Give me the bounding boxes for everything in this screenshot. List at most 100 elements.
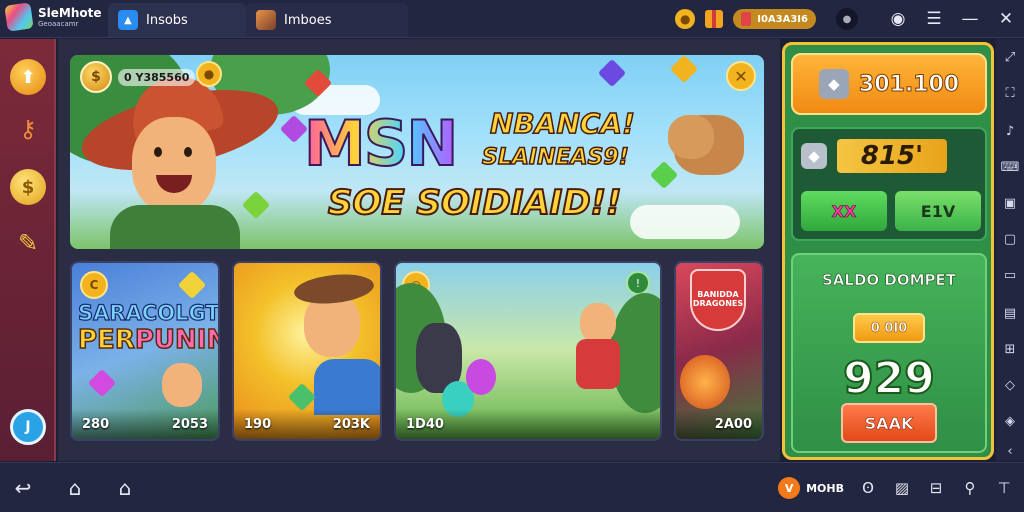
- score-box: ◆ 815' XX E1V: [791, 127, 987, 241]
- option-a-button[interactable]: XX: [801, 191, 887, 231]
- gem-icon: [597, 58, 627, 88]
- back-icon[interactable]: ‹: [1002, 443, 1018, 459]
- balance-button[interactable]: ◆ 301.100: [791, 53, 987, 115]
- folder-icon[interactable]: ▭: [1002, 267, 1018, 283]
- wallet-pill[interactable]: 0 0I0: [853, 313, 925, 343]
- upgrade-icon[interactable]: ⬆: [10, 59, 46, 95]
- gem-icon: [669, 55, 699, 84]
- tab-game[interactable]: Imboes: [246, 3, 408, 37]
- screenshot-icon[interactable]: ▨: [892, 478, 912, 498]
- back-icon[interactable]: ↩: [6, 475, 40, 501]
- macro-icon[interactable]: ⊞: [1002, 341, 1018, 357]
- card-stat-right: 2A00: [714, 416, 752, 432]
- store-badge[interactable]: V MOHB: [778, 477, 844, 499]
- record-icon[interactable]: ▢: [1002, 231, 1018, 247]
- volume-icon[interactable]: ♪: [1002, 123, 1018, 139]
- wallet-value: 929: [842, 352, 936, 405]
- game-card[interactable]: C SARACOLGTOS PERPUNIN 280 2053: [70, 261, 220, 441]
- fullscreen-icon[interactable]: ⛶: [1002, 85, 1018, 101]
- wallet-action-button[interactable]: SAAK: [841, 403, 937, 443]
- egg-icon: [466, 359, 496, 395]
- flower-icon: [680, 355, 730, 409]
- multi-instance-icon[interactable]: ⊤: [994, 478, 1014, 498]
- title-bar: SleMhote Geoaacamr ▲ Insobs Imboes ● I0A…: [0, 0, 1024, 38]
- brand-name: SleMhote: [38, 5, 102, 20]
- hero-banner[interactable]: $ 0 Y385560 ● ✕ MSN NBANCA! SLAINEAS9! S…: [70, 55, 764, 249]
- wallet-title: SALDO DOMPET: [822, 271, 957, 290]
- home-icon[interactable]: ⌂: [58, 475, 92, 501]
- gem-icon: [177, 270, 207, 300]
- hat: [292, 270, 376, 308]
- game-controls-icon[interactable]: ʘ: [858, 478, 878, 498]
- brand-logo-icon: [4, 2, 34, 32]
- hero-stat: $ 0 Y385560: [80, 61, 196, 93]
- bottom-nav: ↩ ⌂ ⌂ V MOHB ʘ ▨ ⊟ ⚲ ⊤: [0, 462, 1024, 512]
- settings-icon[interactable]: ◉: [880, 4, 916, 34]
- gift-icon[interactable]: [705, 10, 724, 28]
- card-title: SARACOLGTOS: [77, 301, 220, 325]
- keyboard-icon[interactable]: ⌨: [1001, 159, 1020, 175]
- character-face: [580, 303, 616, 343]
- rotate-icon[interactable]: ◈: [1002, 413, 1018, 429]
- card-stat-left: 1D40: [406, 416, 444, 432]
- account-icon[interactable]: ●: [836, 8, 858, 30]
- character: [162, 363, 202, 407]
- expand-icon[interactable]: ⤢: [1002, 49, 1018, 65]
- help-button[interactable]: J: [10, 409, 46, 445]
- close-icon[interactable]: ✕: [726, 61, 756, 91]
- dog-head: [668, 115, 714, 159]
- option-b-button[interactable]: E1V: [895, 191, 981, 231]
- brand: SleMhote Geoaacamr: [4, 2, 102, 32]
- tab-home[interactable]: ▲ Insobs: [108, 3, 246, 37]
- minimize-icon[interactable]: —: [952, 4, 988, 34]
- screenshot-icon[interactable]: ▣: [1002, 195, 1018, 211]
- hero-title-line: SLAINEAS9!: [481, 144, 629, 171]
- recent-apps-icon[interactable]: ⌂: [108, 475, 142, 501]
- card-footer: 190 203K: [234, 409, 380, 439]
- card-title-part: PER: [77, 325, 135, 355]
- game-card[interactable]: ◎ ! 1D40: [394, 261, 662, 441]
- gem-icon: [241, 190, 271, 220]
- game-icon: [256, 10, 276, 30]
- card-stat-left: 190: [244, 416, 272, 432]
- location-icon[interactable]: ⚲: [960, 478, 980, 498]
- card-title-part: PUNIN: [134, 325, 220, 355]
- hero-title: MSN: [303, 106, 459, 181]
- help-label: J: [25, 419, 31, 435]
- score-value: 815': [837, 139, 947, 173]
- game-card[interactable]: BANIDDA DRAGONES 2A00: [674, 261, 764, 441]
- left-sidebar: ⬆ ⚷ $ ✎ J: [0, 39, 56, 461]
- shake-icon[interactable]: ⊟: [926, 478, 946, 498]
- character-body: [576, 339, 620, 389]
- promo-text: I0A3A3I6: [757, 13, 808, 25]
- card-footer: 280 2053: [72, 409, 218, 439]
- apk-icon[interactable]: ▤: [1002, 305, 1018, 321]
- coin-icon[interactable]: ●: [675, 9, 696, 29]
- card-stat-left: 280: [82, 416, 110, 432]
- tab-label: Imboes: [284, 12, 332, 28]
- key-icon[interactable]: ⚷: [10, 111, 46, 147]
- eye: [154, 147, 162, 157]
- ticket-icon[interactable]: ✎: [10, 225, 46, 261]
- card-stat-right: 203K: [332, 416, 370, 432]
- wallet-box: SALDO DOMPET 0 0I0 929 SAAK: [791, 253, 987, 453]
- main-content: $ 0 Y385560 ● ✕ MSN NBANCA! SLAINEAS9! S…: [58, 39, 780, 461]
- promo-pill[interactable]: I0A3A3I6: [733, 9, 816, 29]
- tab-label: Insobs: [146, 12, 188, 28]
- character-body: [314, 359, 380, 415]
- close-icon[interactable]: ✕: [988, 4, 1024, 34]
- store-label: MOHB: [806, 481, 844, 495]
- cloud: [630, 205, 740, 239]
- hero-title-line: SOE SOIDIAID!!: [327, 182, 623, 224]
- store-icon: V: [778, 477, 801, 499]
- brand-subtitle: Geoaacamr: [38, 19, 79, 28]
- info-icon[interactable]: !: [626, 271, 650, 295]
- coin-icon[interactable]: $: [10, 169, 46, 205]
- menu-icon[interactable]: ☰: [916, 4, 952, 34]
- hero-title-line: NBANCA!: [489, 106, 635, 141]
- balance-value: 301.100: [858, 71, 960, 97]
- cat-icon: ◆: [801, 143, 827, 169]
- game-card[interactable]: 190 203K: [232, 261, 382, 441]
- eye: [184, 147, 192, 157]
- location-icon[interactable]: ◇: [1002, 377, 1018, 393]
